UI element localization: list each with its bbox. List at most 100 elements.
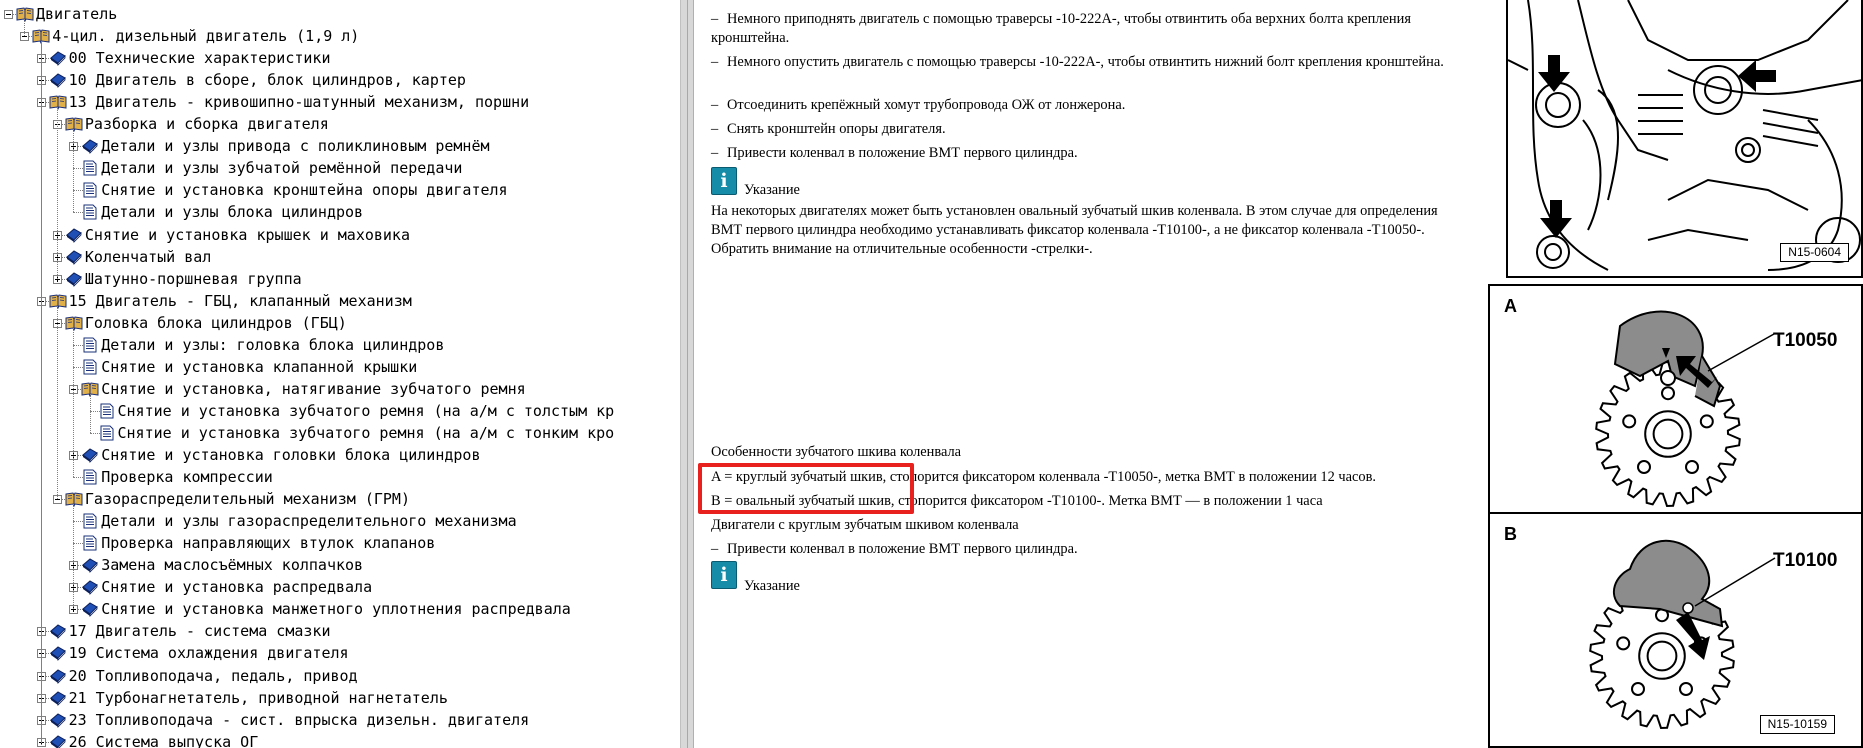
- page-icon: [81, 160, 99, 176]
- tree-item-label: Детали и узлы газораспределительного мех…: [101, 512, 517, 531]
- tree-item-label: Снятие и установка зубчатого ремня (на а…: [117, 401, 615, 420]
- book-closed-icon: [49, 734, 67, 748]
- tree-item[interactable]: 17 Двигатель - система смазки: [0, 620, 680, 642]
- tree-item[interactable]: 13 Двигатель - кривошипно-шатунный механ…: [0, 91, 680, 113]
- note-text: На некоторых двигателях может быть устан…: [711, 203, 1438, 257]
- page-icon: [81, 513, 99, 529]
- tree-item[interactable]: Проверка компрессии: [0, 466, 680, 488]
- step-round-tdc: – Привести коленвал в положение ВМТ перво…: [711, 541, 1078, 557]
- tree-item[interactable]: Детали и узлы: головка блока цилиндров: [0, 334, 680, 356]
- tree-item[interactable]: Замена маслосъёмных колпачков: [0, 554, 680, 576]
- collapse-toggle[interactable]: [4, 10, 13, 19]
- figures-column: N15-0604 A T10050 B T10100 N15-10159: [1488, 0, 1863, 748]
- tree-item[interactable]: Шатунно-поршневая группа: [0, 268, 680, 290]
- book-closed-icon: [81, 557, 99, 574]
- tree-item[interactable]: Двигатель: [0, 3, 680, 25]
- tree-item-label: 23 Топливоподача - сист. впрыска дизельн…: [68, 710, 530, 729]
- round-pulley-title: Двигатели с круглым зубчатым шкивом коле…: [711, 517, 1019, 533]
- tree-item[interactable]: 15 Двигатель - ГБЦ, клапанный механизм: [0, 290, 680, 312]
- content-pane: – Немного приподнять двигатель с помощью …: [696, 0, 1488, 748]
- tree-item-label: Замена маслосъёмных колпачков: [101, 556, 364, 575]
- book-closed-icon: [49, 645, 67, 662]
- tree-item-label: Детали и узлы: головка блока цилиндров: [101, 335, 445, 354]
- pulley-figure-a: A T10050: [1488, 284, 1863, 514]
- book-closed-icon: [49, 712, 67, 728]
- tree-item[interactable]: 26 Система выпуска ОГ: [0, 731, 680, 748]
- tree-item[interactable]: Снятие и установка кронштейна опоры двиг…: [0, 179, 680, 201]
- tree-item[interactable]: 00 Технические характеристики: [0, 47, 680, 69]
- tree-item-label: 17 Двигатель - система смазки: [68, 622, 331, 641]
- step-remove-bracket: – Снять кронштейн опоры двигателя.: [711, 121, 946, 137]
- book-closed-icon: [81, 601, 99, 618]
- step-lower-engine: – Немного опустить двигатель с помощью тр…: [711, 54, 1444, 70]
- page-icon: [81, 359, 99, 375]
- pane-splitter[interactable]: [680, 0, 694, 748]
- oval-pulley-drawing: [1589, 539, 1776, 730]
- tree-item[interactable]: Снятие и установка крышек и маховика: [0, 224, 680, 246]
- tree-item-label: Головка блока цилиндров (ГБЦ): [84, 313, 347, 332]
- page-icon: [81, 337, 99, 353]
- book-closed-icon: [49, 50, 67, 67]
- tree-item-label: 00 Технические характеристики: [68, 49, 331, 68]
- book-closed-icon: [65, 227, 83, 243]
- tree-item-label: Разборка и сборка двигателя: [84, 115, 329, 134]
- tree-item[interactable]: Коленчатый вал: [0, 246, 680, 268]
- book-closed-icon: [49, 668, 67, 684]
- page-icon: [98, 403, 116, 419]
- book-closed-icon: [49, 690, 67, 706]
- features-title: Особенности зубчатого шкива коленвала: [711, 444, 962, 460]
- tree-item[interactable]: Детали и узлы блока цилиндров: [0, 201, 680, 223]
- tree-guide-line: [56, 107, 58, 279]
- tree-guide-line: [89, 393, 91, 433]
- tree-item[interactable]: Снятие и установка зубчатого ремня (на а…: [0, 422, 680, 444]
- tree-item-label: 21 Турбонагнетатель, приводной нагнетате…: [68, 688, 448, 707]
- tree-item[interactable]: Снятие и установка манжетного уплотнения…: [0, 598, 680, 620]
- tree-item-label: Снятие и установка зубчатого ремня (на а…: [117, 423, 615, 442]
- pulley-figure-b: B T10100 N15-10159: [1488, 514, 1863, 748]
- tree-item[interactable]: 20 Топливоподача, педаль, привод: [0, 665, 680, 687]
- tree-item[interactable]: Разборка и сборка двигателя: [0, 113, 680, 135]
- tree-item[interactable]: Снятие и установка клапанной крышки: [0, 356, 680, 378]
- tree-item-label: Газораспределительный механизм (ГРМ): [84, 490, 410, 509]
- tree-item-label: Снятие и установка распредвала: [101, 578, 373, 597]
- tree-item-label: 15 Двигатель - ГБЦ, клапанный механизм: [68, 291, 412, 310]
- tree-item[interactable]: 19 Система охлаждения двигателя: [0, 642, 680, 664]
- navigation-tree[interactable]: Двигатель 4-цил. дизельный двигатель (1,9…: [0, 0, 680, 748]
- info-icon: i: [711, 167, 737, 195]
- info-icon: i: [711, 561, 737, 589]
- tree-guide-line: [40, 41, 42, 747]
- figure-ref-label: N15-10159: [1759, 715, 1835, 734]
- page-icon: [98, 425, 116, 441]
- tree-item-label: Детали и узлы блока цилиндров: [101, 203, 364, 222]
- tree-item-label: Шатунно-поршневая группа: [84, 269, 302, 288]
- tree-item-label: 13 Двигатель - кривошипно-шатунный механ…: [68, 93, 530, 112]
- book-closed-icon: [49, 623, 67, 640]
- tree-item[interactable]: Детали и узлы зубчатой ремённой передачи: [0, 157, 680, 179]
- tree-item[interactable]: Головка блока цилиндров (ГБЦ): [0, 312, 680, 334]
- tree-item[interactable]: Газораспределительный механизм (ГРМ): [0, 488, 680, 510]
- tree-guide-line: [73, 327, 75, 478]
- tree-item-label: 26 Система выпуска ОГ: [68, 732, 259, 748]
- tree-guide-line: [24, 19, 26, 37]
- tree-item-label: 10 Двигатель в сборе, блок цилиндров, ка…: [68, 71, 466, 90]
- tree-guide-line: [56, 305, 58, 500]
- tree-item[interactable]: 23 Топливоподача - сист. впрыска дизельн…: [0, 709, 680, 731]
- tree-item[interactable]: Снятие и установка распредвала: [0, 576, 680, 598]
- tree-item[interactable]: Проверка направляющих втулок клапанов: [0, 532, 680, 554]
- tree-item[interactable]: Детали и узлы привода с поликлиновым рем…: [0, 135, 680, 157]
- splitter-grip[interactable]: [687, 0, 688, 748]
- tree-item[interactable]: 4-цил. дизельный двигатель (1,9 л): [0, 25, 680, 47]
- tree-item-label: Коленчатый вал: [84, 247, 212, 266]
- tree-item[interactable]: Снятие и установка, натягивание зубчатог…: [0, 378, 680, 400]
- engine-bracket-drawing: [1508, 0, 1863, 271]
- page-icon: [81, 469, 99, 485]
- tree-item-label: Снятие и установка манжетного уплотнения…: [101, 600, 571, 619]
- tree-item[interactable]: Детали и узлы газораспределительного мех…: [0, 510, 680, 532]
- tree-item[interactable]: 10 Двигатель в сборе, блок цилиндров, ка…: [0, 69, 680, 91]
- tree-item[interactable]: Снятие и установка зубчатого ремня (на а…: [0, 400, 680, 422]
- tree-item[interactable]: 21 Турбонагнетатель, приводной нагнетате…: [0, 687, 680, 709]
- step-disconnect-clamp: – Отсоединить крепёжный хомут трубопровод…: [711, 97, 1126, 113]
- tree-item-label: Снятие и установка клапанной крышки: [101, 357, 418, 376]
- tree-item-label: Снятие и установка крышек и маховика: [84, 225, 410, 244]
- tree-item[interactable]: Снятие и установка головки блока цилиндр…: [0, 444, 680, 466]
